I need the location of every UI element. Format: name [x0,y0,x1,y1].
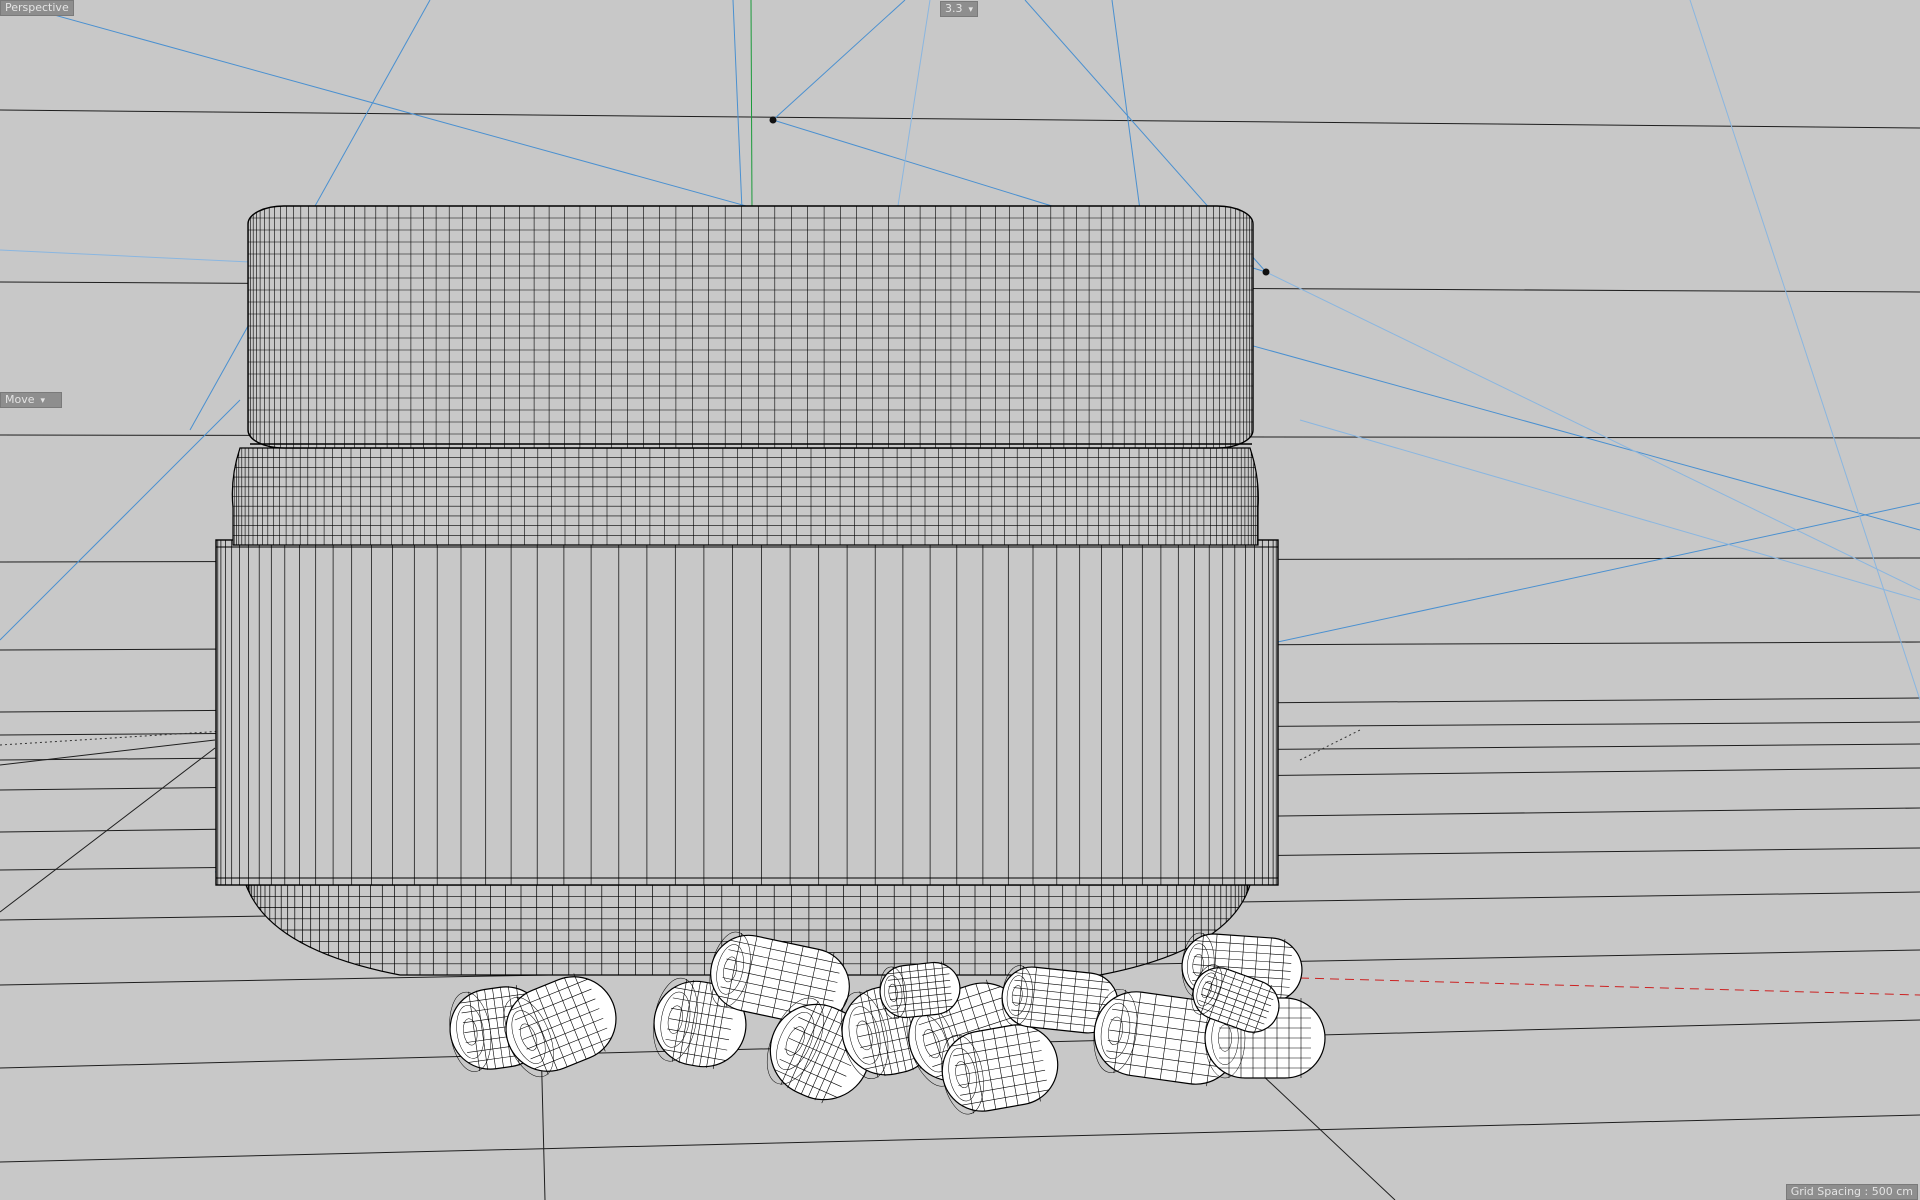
chevron-down-icon: ▾ [968,5,974,15]
view-name-label[interactable]: Perspective [0,0,74,16]
y-axis-line [750,0,753,211]
3d-viewport[interactable]: Perspective 3.3 ▾ Move ▾ Grid Spacing : 50… [0,0,1920,1200]
x-axis-line [1299,977,1920,996]
camera-point[interactable] [1262,268,1270,276]
camera-selector[interactable]: 3.3 ▾ [940,1,979,17]
grid-spacing-readout: Grid Spacing : 500 cm [1785,1184,1918,1200]
grid-spacing-text: Grid Spacing : 500 cm [1790,1185,1913,1198]
chevron-down-icon: ▾ [40,396,46,406]
view-name-text: Perspective [5,1,69,14]
camera-target-point[interactable] [769,116,777,124]
active-tool-text: Move [5,393,35,406]
jar-neck-icon[interactable] [230,440,1262,550]
viewport-scene[interactable] [0,0,1920,1200]
jar-lid-icon[interactable] [240,200,1260,450]
jar-body-icon[interactable] [215,539,1279,886]
camera-name-text: 3.3 [945,2,963,15]
active-tool-selector[interactable]: Move ▾ [0,392,62,408]
